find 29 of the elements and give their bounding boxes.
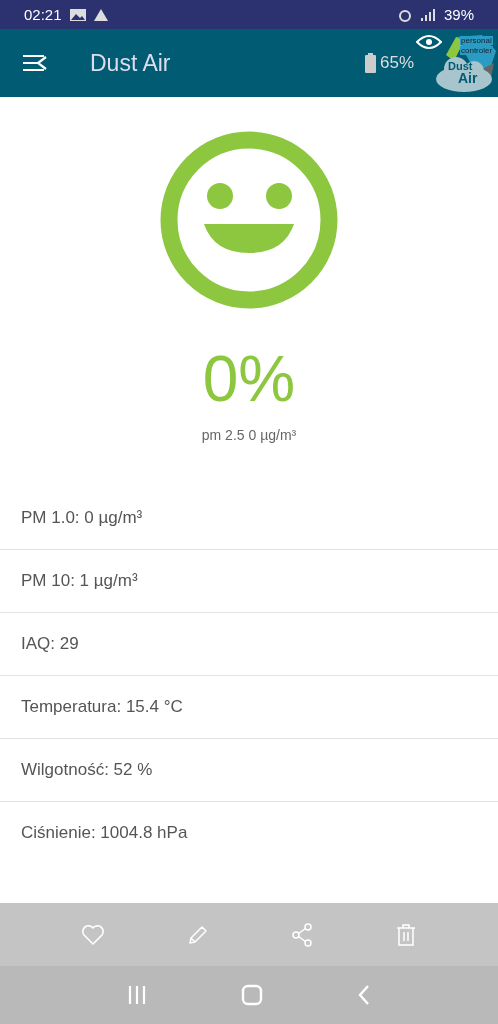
clock: 02:21	[24, 6, 62, 23]
measurement-text: PM 1.0: 0 µg/m³	[21, 508, 143, 528]
measurement-text: IAQ: 29	[21, 634, 79, 654]
alarm-icon	[397, 7, 412, 22]
signal-icon	[419, 8, 436, 21]
image-icon	[69, 8, 86, 21]
logo-text: Air	[458, 70, 478, 86]
warning-icon	[93, 8, 108, 21]
battery-level: 39%	[443, 6, 474, 23]
logo-text: personal	[460, 36, 493, 45]
app-title: Dust Air	[90, 49, 172, 77]
air-quality-percent: 0%	[202, 347, 296, 411]
pencil-icon[interactable]	[187, 923, 209, 946]
menu-icon[interactable]	[22, 54, 48, 72]
smiley-icon	[160, 131, 338, 309]
eye-icon[interactable]	[416, 33, 442, 51]
battery-icon	[364, 53, 376, 73]
pm25-reading: pm 2.5 0 µg/m³	[201, 427, 297, 443]
share-icon[interactable]	[291, 922, 313, 947]
device-battery: 65%	[379, 53, 414, 73]
heart-icon[interactable]	[81, 923, 105, 946]
home-icon[interactable]	[241, 984, 263, 1006]
measurement-text: PM 10: 1 µg/m³	[21, 571, 138, 591]
logo-text: controler	[460, 46, 494, 55]
measurement-text: Wilgotność: 52 %	[21, 760, 153, 780]
trash-icon[interactable]	[395, 922, 417, 947]
logo-text: Dust	[448, 60, 473, 72]
measurement-text: Temperatura: 15.4 °C	[21, 697, 183, 717]
measurement-text: Ciśnienie: 1004.8 hPa	[21, 823, 188, 843]
